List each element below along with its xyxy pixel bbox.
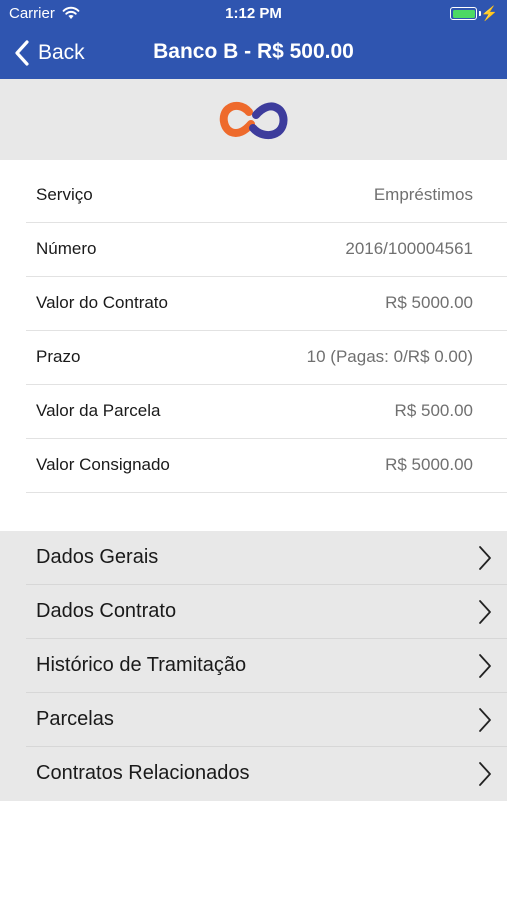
contract-menu: Dados Gerais Dados Contrato Histórico de…	[0, 531, 507, 801]
menu-item-contratos-relacionados[interactable]: Contratos Relacionados	[0, 747, 507, 801]
status-time: 1:12 PM	[225, 5, 282, 22]
top-bar: Carrier 1:12 PM ⚡ Back Banco B - R$ 500.…	[0, 0, 507, 79]
menu-item-dados-contrato[interactable]: Dados Contrato	[0, 585, 507, 639]
battery-level	[452, 9, 475, 18]
detail-value: R$ 5000.00	[385, 293, 473, 312]
detail-label: Valor da Parcela	[36, 401, 161, 420]
detail-value: 2016/100004561	[345, 239, 473, 258]
menu-item-parcelas[interactable]: Parcelas	[0, 693, 507, 747]
logo-header	[0, 79, 507, 160]
detail-row-prazo: Prazo 10 (Pagas: 0/R$ 0.00)	[26, 331, 507, 385]
detail-value: Empréstimos	[373, 185, 473, 204]
chevron-right-icon	[479, 600, 491, 624]
menu-item-historico-tramitacao[interactable]: Histórico de Tramitação	[0, 639, 507, 693]
detail-row-valor-consignado: Valor Consignado R$ 5000.00	[26, 439, 507, 493]
status-bar: Carrier 1:12 PM ⚡	[0, 0, 507, 26]
detail-label: Serviço	[36, 185, 93, 204]
menu-item-label: Dados Contrato	[36, 600, 177, 622]
navigation-bar: Back Banco B - R$ 500.00	[0, 26, 507, 79]
detail-value: R$ 500.00	[394, 401, 473, 420]
detail-row-valor-parcela: Valor da Parcela R$ 500.00	[26, 385, 507, 439]
detail-row-servico: Serviço Empréstimos	[26, 169, 507, 223]
detail-label: Valor Consignado	[36, 455, 170, 474]
detail-label: Valor do Contrato	[36, 293, 168, 312]
charging-bolt-icon: ⚡	[480, 5, 498, 21]
detail-row-numero: Número 2016/100004561	[26, 223, 507, 277]
menu-item-label: Dados Gerais	[36, 546, 159, 568]
menu-item-dados-gerais[interactable]: Dados Gerais	[0, 531, 507, 585]
detail-value: R$ 5000.00	[385, 455, 473, 474]
chevron-right-icon	[479, 654, 491, 678]
page-title: Banco B - R$ 500.00	[153, 40, 354, 63]
menu-item-label: Histórico de Tramitação	[36, 654, 247, 676]
menu-item-label: Contratos Relacionados	[36, 762, 250, 784]
detail-label: Prazo	[36, 347, 81, 366]
infinity-logo-icon	[219, 101, 287, 139]
menu-item-label: Parcelas	[36, 708, 114, 730]
chevron-right-icon	[479, 762, 491, 786]
contract-details-list: Serviço Empréstimos Número 2016/10000456…	[0, 169, 507, 493]
battery-icon	[450, 7, 477, 20]
detail-row-valor-contrato: Valor do Contrato R$ 5000.00	[26, 277, 507, 331]
detail-value: 10 (Pagas: 0/R$ 0.00)	[306, 347, 473, 366]
detail-label: Número	[36, 239, 97, 258]
chevron-right-icon	[479, 546, 491, 570]
chevron-right-icon	[479, 708, 491, 732]
